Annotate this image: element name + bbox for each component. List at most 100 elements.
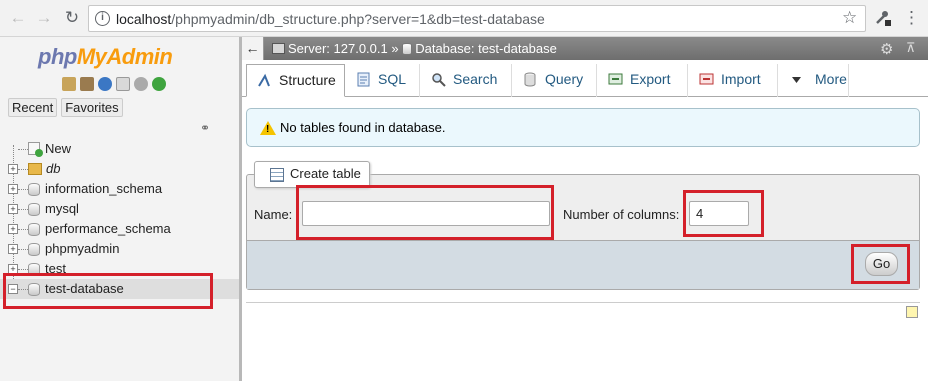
breadcrumb: Server: 127.0.0.1 » Database: test-datab…	[272, 41, 557, 56]
browser-menu-icon[interactable]: ⋮	[903, 8, 920, 28]
collapse-header-icon[interactable]: ⊼	[906, 40, 916, 56]
tree-item-label: phpmyadmin	[45, 241, 120, 256]
tree-item-label: information_schema	[45, 181, 163, 196]
go-button[interactable]: Go	[865, 252, 898, 276]
database-icon	[28, 183, 40, 196]
collapse-icon[interactable]: −	[8, 284, 18, 294]
database-icon	[28, 283, 40, 296]
tree-item-phpmyadmin[interactable]: + phpmyadmin	[0, 239, 239, 259]
number-of-columns-input[interactable]	[689, 201, 749, 226]
tree-item-new[interactable]: New	[0, 139, 239, 159]
breadcrumb-server[interactable]: Server: 127.0.0.1	[288, 41, 388, 56]
tab-sql[interactable]: SQL	[346, 64, 420, 97]
database-icon	[28, 223, 40, 236]
tab-label: More	[815, 71, 847, 87]
tree-item-mysql[interactable]: + mysql	[0, 199, 239, 219]
database-icon	[402, 43, 413, 55]
tab-search[interactable]: Search	[421, 64, 512, 97]
tree-connector	[18, 289, 28, 290]
reload-icon[interactable]: ↻	[62, 8, 82, 28]
tree-item-label: performance_schema	[45, 221, 171, 236]
expand-icon[interactable]: +	[8, 164, 18, 174]
address-bar[interactable]: i localhost/phpmyadmin/db_structure.php?…	[88, 5, 866, 32]
expand-icon[interactable]: +	[8, 204, 18, 214]
breadcrumb-separator: »	[391, 41, 399, 56]
logout-icon[interactable]	[80, 77, 94, 91]
folder-icon	[28, 163, 42, 175]
search-icon	[432, 73, 446, 87]
tree-item-db-folder[interactable]: + db	[0, 159, 239, 179]
tab-export[interactable]: Export	[598, 64, 688, 97]
recent-favorites-tabs: Recent Favorites	[8, 98, 123, 117]
tree-connector	[18, 229, 28, 230]
tree-item-label: mysql	[45, 201, 79, 216]
tree-item-performance-schema[interactable]: + performance_schema	[0, 219, 239, 239]
expand-icon[interactable]: +	[8, 184, 18, 194]
sql-icon	[357, 72, 370, 87]
create-table-form	[246, 174, 920, 290]
help-icon[interactable]	[98, 77, 112, 91]
url-text[interactable]: localhost/phpmyadmin/db_structure.php?se…	[116, 11, 545, 27]
expand-icon[interactable]: +	[8, 224, 18, 234]
tab-more[interactable]: More	[779, 64, 849, 97]
forward-arrow-icon[interactable]: →	[34, 8, 54, 28]
breadcrumb-database[interactable]: Database: test-database	[415, 41, 557, 56]
tree-connector	[18, 149, 28, 150]
import-icon	[699, 73, 714, 85]
tree-connector	[18, 249, 28, 250]
settings-gear-icon[interactable]	[134, 77, 148, 91]
tree-item-label: test-database	[45, 281, 124, 296]
top-menu: Structure SQL Search Query Export Import…	[242, 60, 928, 97]
page-settings-gear-icon[interactable]: ⚙	[880, 40, 893, 58]
tab-import[interactable]: Import	[689, 64, 778, 97]
notice-box: ! No tables found in database.	[246, 108, 920, 147]
name-label: Name:	[254, 207, 293, 222]
reload-nav-icon[interactable]	[152, 77, 166, 91]
console-icon[interactable]	[906, 306, 918, 318]
logo-admin: Admin	[106, 44, 173, 69]
browser-toolbar: ← → ↻ i localhost/phpmyadmin/db_structur…	[0, 0, 928, 37]
number-of-columns-label: Number of columns:	[563, 207, 680, 222]
divider	[246, 302, 920, 303]
server-icon	[272, 43, 285, 54]
tree-item-test-database[interactable]: − test-database	[0, 279, 239, 299]
docs-icon[interactable]	[116, 77, 130, 91]
tree-item-label: test	[45, 261, 66, 276]
tree-connector	[18, 169, 28, 170]
database-icon	[28, 243, 40, 256]
recent-button[interactable]: Recent	[8, 98, 58, 117]
tab-query[interactable]: Query	[513, 64, 597, 97]
tab-label: SQL	[378, 71, 407, 87]
database-icon	[28, 203, 40, 216]
link-chain-icon[interactable]: ⚭	[200, 121, 210, 135]
tree-connector	[18, 269, 28, 270]
legend-label: Create table	[290, 166, 361, 181]
tree-item-test[interactable]: + test	[0, 259, 239, 279]
table-name-input[interactable]	[302, 201, 550, 226]
extension-icon[interactable]	[874, 9, 892, 27]
expand-icon[interactable]: +	[8, 244, 18, 254]
favorites-button[interactable]: Favorites	[61, 98, 123, 117]
expand-icon[interactable]: +	[8, 264, 18, 274]
logo-php: php	[38, 44, 77, 69]
tab-structure[interactable]: Structure	[246, 64, 345, 97]
export-icon	[608, 73, 623, 85]
navigation-panel: phpMyAdmin Recent Favorites ⚭ New + db +	[0, 37, 239, 381]
tree-item-label: New	[45, 141, 72, 156]
create-table-legend: Create table	[254, 161, 370, 188]
tab-label: Import	[721, 71, 761, 87]
info-icon[interactable]: i	[95, 11, 110, 26]
plus-icon	[35, 149, 43, 157]
notice-text: No tables found in database.	[280, 120, 446, 135]
home-icon[interactable]	[62, 77, 76, 91]
back-arrow-icon[interactable]: ←	[8, 8, 28, 28]
tree-connector	[18, 189, 28, 190]
database-icon	[28, 263, 40, 276]
collapse-sidebar-icon[interactable]: ←	[242, 37, 264, 60]
tab-label: Query	[545, 71, 584, 87]
logo-my: My	[76, 44, 107, 69]
phpmyadmin-logo[interactable]: phpMyAdmin	[38, 44, 173, 70]
tree-item-information-schema[interactable]: + information_schema	[0, 179, 239, 199]
bookmark-star-icon[interactable]: ☆	[842, 8, 857, 28]
tab-label: Search	[453, 71, 498, 87]
